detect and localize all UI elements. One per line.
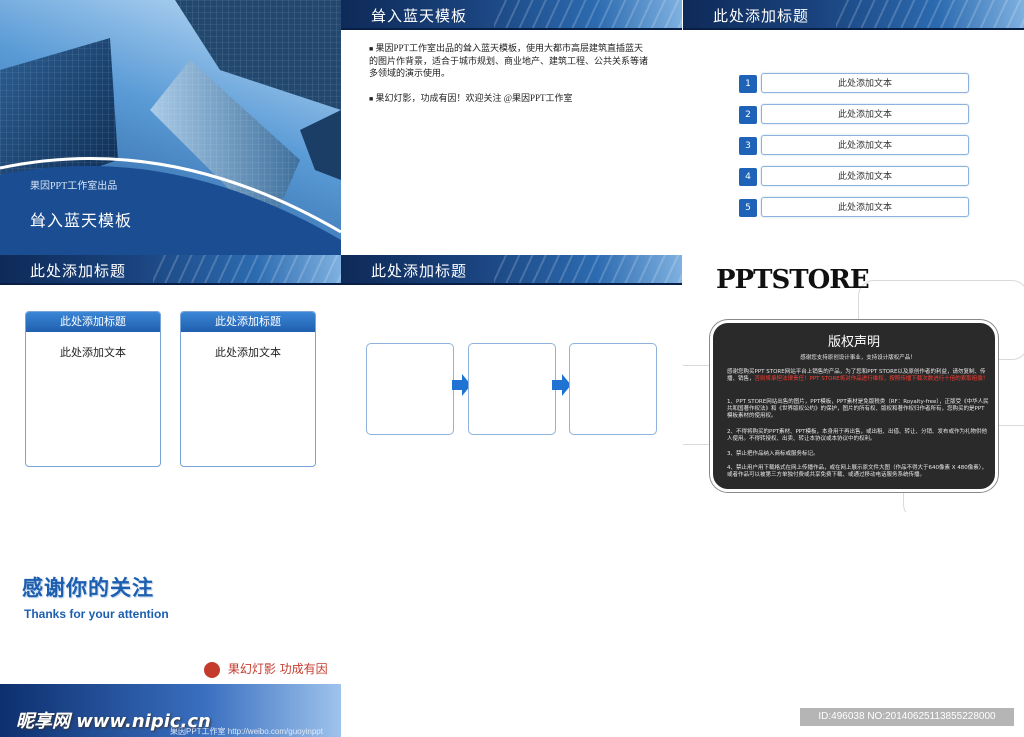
studio-label: 果因PPT工作室出品: [30, 181, 118, 192]
list-number: 3: [739, 137, 757, 155]
content-card[interactable]: 此处添加标题 此处添加文本: [180, 311, 316, 467]
brand-seal-icon: [204, 661, 220, 678]
card-body: 此处添加文本: [60, 347, 126, 359]
list-item[interactable]: 此处添加文本: [761, 104, 969, 124]
panel-title: 版权声明: [827, 335, 880, 350]
slogan: 果幻灯影 功成有因: [204, 660, 328, 678]
slide-cover[interactable]: 果因PPT工作室出品 耸入蓝天模板: [0, 0, 341, 255]
copyright-paragraph: 4、禁止用户用下载格式在网上传播作品，或在网上展示原文件大图（作品不得大于640…: [727, 465, 988, 478]
pptstore-logo: PPTSTORE: [716, 265, 870, 295]
list-item[interactable]: 此处添加文本: [761, 166, 969, 186]
list-number: 2: [739, 106, 757, 124]
site-watermark: 昵享网 www.nipic.cn: [16, 711, 211, 732]
copyright-paragraph: 感谢您支持原创设计事业，支持设计版权产品！: [800, 355, 916, 361]
slide-intro[interactable]: 耸入蓝天模板 ■ 果因PPT工作室出品的耸入蓝天模板，使用大都市高层建筑直插蓝天…: [341, 0, 682, 255]
list-number: 5: [739, 199, 757, 217]
copyright-paragraph: 3、禁止把作品纳入商标或服务标记。: [727, 451, 819, 457]
copyright-paragraph: 2、不得将购买的PPT素材、PPT模板，本身用于再出售，或出租、出借、转让、分销…: [727, 429, 987, 442]
list-item[interactable]: 此处添加文本: [761, 135, 969, 155]
thanks-subtitle: Thanks for your attention: [24, 607, 169, 621]
header-title: 此处添加标题: [371, 262, 468, 280]
slide-thanks[interactable]: 感谢你的关注 Thanks for your attention 果幻灯影 功成…: [0, 512, 341, 737]
slide-flow[interactable]: 此处添加标题: [341, 255, 682, 510]
header-title: 此处添加标题: [30, 262, 127, 280]
bullet-square-icon: ■: [369, 95, 374, 103]
slide-numbered-list[interactable]: 此处添加标题 1 此处添加文本 2 此处添加文本 3 此处添加文本 4 此处添加…: [683, 0, 1024, 255]
card-body: 此处添加文本: [215, 347, 281, 359]
slide-two-cards[interactable]: 此处添加标题 此处添加标题 此处添加文本 此处添加标题 此处添加文本: [0, 255, 341, 510]
flow-box[interactable]: [569, 343, 657, 435]
list-item[interactable]: 此处添加文本: [761, 73, 969, 93]
list-number: 1: [739, 75, 757, 93]
bullet-square-icon: ■: [369, 45, 374, 53]
cover-title: 耸入蓝天模板: [30, 211, 133, 230]
list-number: 4: [739, 168, 757, 186]
bullet-2: ■ 果幻灯影，功成有因！欢迎关注 @果因PPT工作室: [369, 93, 573, 103]
copyright-paragraph: 1、PPT STORE网站出售的图片，PPT模板，PPT素材是免版税类（RF：R…: [727, 399, 989, 419]
list-item[interactable]: 此处添加文本: [761, 197, 969, 217]
content-card[interactable]: 此处添加标题 此处添加文本: [25, 311, 161, 467]
header-title: 耸入蓝天模板: [371, 7, 468, 25]
card-title: 此处添加标题: [181, 312, 315, 332]
card-title: 此处添加标题: [26, 312, 160, 332]
header-title: 此处添加标题: [713, 7, 810, 25]
flow-box[interactable]: [468, 343, 556, 435]
thanks-title: 感谢你的关注: [22, 576, 154, 600]
bullet-1: ■ 果因PPT工作室出品的耸入蓝天模板，使用大都市高层建筑直插蓝天的图片作背景，…: [369, 43, 649, 78]
copyright-paragraph: 感谢您购买PPT STORE网站平台上销售的产品，为了您和PPT STORE以及…: [727, 369, 989, 382]
flow-box[interactable]: [366, 343, 454, 435]
copyright-panel: 版权声明 感谢您支持原创设计事业，支持设计版权产品！ 感谢您购买PPT STOR…: [710, 320, 998, 492]
id-watermark: ID:496038 NO:20140625113855228000: [800, 708, 1014, 726]
